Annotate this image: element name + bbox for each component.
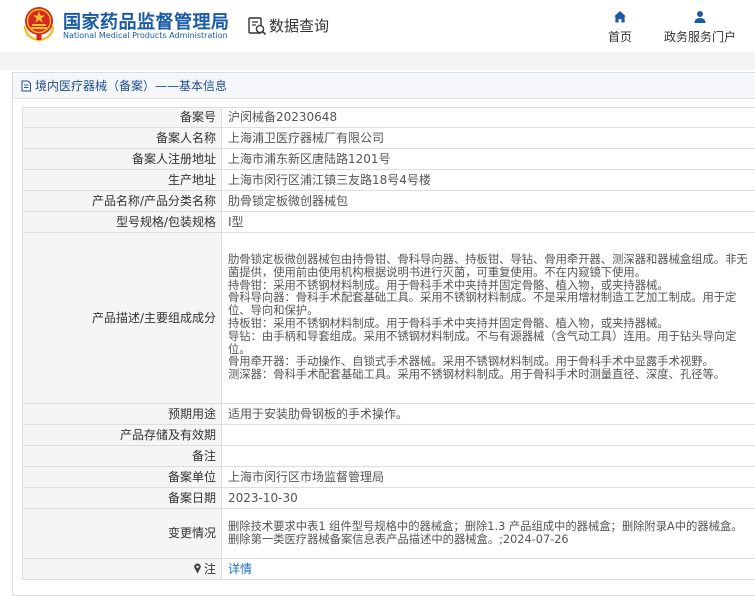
site-subtitle: National Medical Products Administration [63, 31, 228, 40]
field-label: 产品名称/产品分类名称 [22, 190, 222, 212]
table-row: 备案单位 上海市闵行区市场监督管理局 [22, 466, 755, 488]
production-address-value: 上海市闵行区浦江镇三友路18号4号楼 [221, 169, 755, 191]
field-label: 备案单位 [22, 466, 222, 488]
description-value: 肋骨锁定板微创器械包由持骨钳、骨科导向器、持板钳、导钻、骨用牵开器、测深器和器械… [221, 232, 755, 404]
storage-value [221, 424, 755, 446]
nav-home[interactable]: 首页 [608, 9, 632, 45]
change-entry: 删除技术要求中表1 组件型号规格中的器械盒；删除1.3 产品组成中的器械盒；删除… [228, 519, 743, 533]
home-icon [614, 11, 626, 23]
product-name-value: 肋骨锁定板微创器械包 [221, 190, 755, 212]
field-label: 备案人注册地址 [22, 148, 222, 170]
changes-value: 删除技术要求中表1 组件型号规格中的器械盒；删除1.3 产品组成中的器械盒；删除… [221, 508, 755, 559]
table-row: 备案号 沪闵械备20230648 [22, 107, 755, 128]
field-label: 备案日期 [22, 487, 222, 509]
table-row: 备注 [22, 445, 755, 467]
model-spec-value: Ⅰ型 [221, 211, 755, 233]
registrant-address-value: 上海市浦东新区唐陆路1201号 [221, 148, 755, 170]
record-info-table: 备案号 沪闵械备20230648 备案人名称 上海浦卫医疗器械厂有限公司 备案人… [22, 107, 755, 580]
field-label: 生产地址 [22, 169, 222, 191]
table-row: 变更情况 删除技术要求中表1 组件型号规格中的器械盒；删除1.3 产品组成中的器… [22, 508, 755, 559]
field-label: 注 [203, 561, 216, 576]
description-paragraph: 测深器：骨科手术配套基础工具。采用不锈钢材料制成。用于骨科手术时测量直径、深度、… [228, 368, 726, 382]
data-query-link[interactable]: 数据查询 [247, 15, 329, 36]
national-emblem-icon [23, 7, 55, 42]
field-label: 产品描述/主要组成成分 [22, 232, 222, 404]
table-row: 备案人注册地址 上海市浦东新区唐陆路1201号 [22, 148, 755, 170]
table-row: 生产地址 上海市闵行区浦江镇三友路18号4号楼 [22, 169, 755, 191]
user-icon [694, 11, 706, 23]
document-icon [21, 80, 31, 91]
record-unit-value: 上海市闵行区市场监督管理局 [221, 466, 755, 488]
nav-home-label: 首页 [608, 30, 633, 44]
description-paragraph: 肋骨锁定板微创器械包由持骨钳、骨科导向器、持板钳、导钻、骨用牵开器、测深器和器械… [228, 253, 748, 279]
header-divider [0, 52, 755, 70]
details-link[interactable]: 详情 [228, 562, 252, 576]
field-label: 备案号 [22, 107, 222, 128]
remarks-value [221, 445, 755, 467]
table-row: 预期用途 适用于安装肋骨钢板的手术操作。 [22, 403, 755, 425]
pin-icon [194, 563, 201, 574]
field-label: 预期用途 [22, 403, 222, 425]
detail-panel: 境内医疗器械（备案）——基本信息 备案号 沪闵械备20230648 备案人名称 … [12, 72, 755, 596]
note-value: 详情 [221, 558, 755, 580]
field-label: 产品存储及有效期 [22, 424, 222, 446]
document-search-icon [248, 16, 267, 35]
description-paragraph: 持板钳：采用不锈钢材料制成。用于骨科手术中夹持并固定骨骼、植入物，或夹持器械。 [228, 317, 669, 330]
change-entry: 删除第一类医疗器械备案信息表产品描述中的器械盒。;2024-07-26 [228, 532, 569, 546]
field-label: 变更情况 [22, 508, 222, 559]
panel-title-text: 境内医疗器械（备案）——基本信息 [35, 79, 228, 93]
field-label: 备注 [22, 445, 222, 467]
table-row: 产品描述/主要组成成分 肋骨锁定板微创器械包由持骨钳、骨科导向器、持板钳、导钻、… [22, 232, 755, 404]
table-row: 型号规格/包装规格 Ⅰ型 [22, 211, 755, 233]
intended-use-value: 适用于安装肋骨钢板的手术操作。 [221, 403, 755, 425]
data-query-label: 数据查询 [269, 17, 330, 35]
site-header: 国家药品监督管理局 National Medical Products Admi… [0, 0, 755, 52]
note-label-cell: 注 [22, 558, 222, 580]
nav-service-portal-label: 政务服务门户 [664, 30, 737, 44]
registrant-value: 上海浦卫医疗器械厂有限公司 [221, 127, 755, 149]
field-label: 型号规格/包装规格 [22, 211, 222, 233]
record-date-value: 2023-10-30 [221, 487, 755, 509]
nav-service-portal[interactable]: 政务服务门户 [664, 9, 736, 45]
table-row: 注 详情 [22, 558, 755, 580]
table-row: 产品存储及有效期 [22, 424, 755, 446]
table-row: 备案日期 2023-10-30 [22, 487, 755, 509]
field-label: 备案人名称 [22, 127, 222, 149]
panel-title: 境内医疗器械（备案）——基本信息 [13, 73, 755, 99]
record-no-value: 沪闵械备20230648 [221, 107, 755, 128]
description-paragraph: 导钻：由手柄和导套组成。采用不锈钢材料制成。不与有源器械（含气动工具）连用。用于… [228, 329, 737, 356]
table-row: 备案人名称 上海浦卫医疗器械厂有限公司 [22, 127, 755, 149]
table-row: 产品名称/产品分类名称 肋骨锁定板微创器械包 [22, 190, 755, 212]
description-paragraph: 骨科导向器：骨科手术配套基础工具。采用不锈钢材料制成。不是采用增材制造工艺加工制… [228, 291, 737, 318]
